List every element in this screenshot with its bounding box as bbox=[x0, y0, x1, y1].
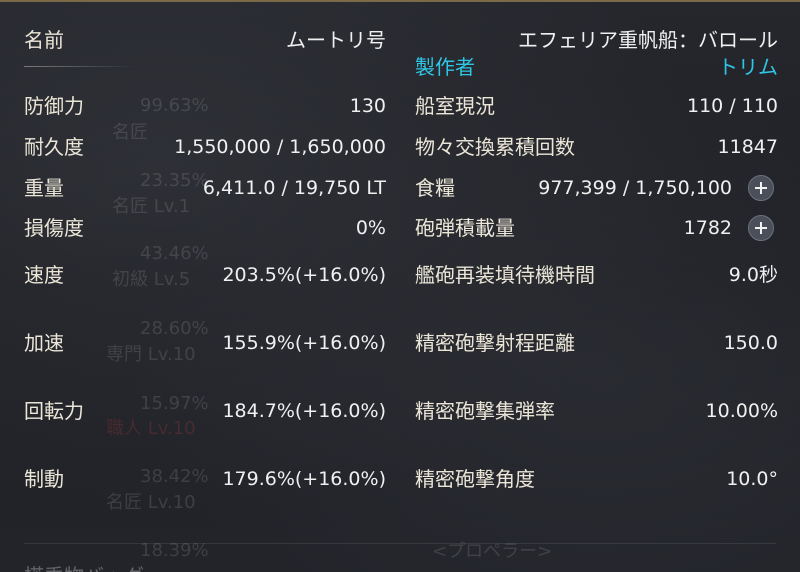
ghost-percent: 28.60% bbox=[140, 318, 209, 339]
damage-label: 損傷度 bbox=[24, 216, 84, 240]
ghost-bag-label: 搭乗物バッグ bbox=[24, 560, 144, 572]
precision-accuracy-value: 10.00% bbox=[705, 400, 778, 422]
weight-value: 6,411.0 / 19,750 LT bbox=[202, 177, 386, 199]
precision-angle-label: 精密砲撃角度 bbox=[415, 467, 535, 491]
braking-value: 179.6%(+16.0%) bbox=[222, 468, 386, 490]
name-label: 名前 bbox=[24, 28, 64, 52]
shells-label: 砲弾積載量 bbox=[415, 216, 515, 240]
ghost-percent: 38.42% bbox=[140, 466, 209, 487]
name-divider bbox=[24, 66, 136, 67]
cabin-value: 110 / 110 bbox=[686, 95, 778, 117]
braking-label: 制動 bbox=[24, 467, 64, 491]
ghost-level: 名匠 Lv.10 bbox=[106, 492, 196, 513]
weight-label: 重量 bbox=[24, 176, 64, 200]
acceleration-value: 155.9%(+16.0%) bbox=[222, 332, 386, 354]
ghost-percent: 43.46% bbox=[140, 243, 209, 264]
ghost-level: 名匠 bbox=[112, 122, 148, 143]
durability-value: 1,550,000 / 1,650,000 bbox=[174, 136, 386, 158]
panel-top-border bbox=[0, 0, 800, 2]
precision-angle-value: 10.0° bbox=[726, 468, 778, 490]
ghost-level: 名匠 Lv.1 bbox=[112, 196, 191, 217]
durability-label: 耐久度 bbox=[24, 135, 84, 159]
precision-accuracy-label: 精密砲撃集弾率 bbox=[415, 399, 555, 423]
ship-name-value: ムートリ号 bbox=[286, 28, 386, 52]
add-food-plus-icon[interactable] bbox=[748, 175, 774, 201]
reload-time-value: 9.0秒 bbox=[728, 264, 778, 286]
defense-label: 防御力 bbox=[24, 94, 84, 118]
food-value: 977,399 / 1,750,100 bbox=[538, 177, 732, 199]
acceleration-label: 加速 bbox=[24, 331, 64, 355]
damage-value: 0% bbox=[355, 217, 386, 239]
barter-count-label: 物々交換累積回数 bbox=[415, 135, 575, 159]
bottom-divider bbox=[24, 543, 776, 544]
food-label: 食糧 bbox=[415, 176, 455, 200]
cabin-label: 船室現況 bbox=[415, 94, 495, 118]
turning-value: 184.7%(+16.0%) bbox=[222, 400, 386, 422]
maker-value: トリム bbox=[718, 55, 778, 79]
ghost-propeller-label: <プロペラー> bbox=[432, 541, 553, 562]
turning-label: 回転力 bbox=[24, 399, 84, 423]
ship-type-value: エフェリア重帆船：バロール bbox=[518, 28, 778, 52]
ghost-level: 専門 Lv.10 bbox=[106, 344, 196, 365]
speed-label: 速度 bbox=[24, 263, 64, 287]
barter-count-value: 11847 bbox=[717, 136, 778, 158]
maker-label: 製作者 bbox=[415, 55, 475, 79]
ghost-percent: 99.63% bbox=[140, 95, 209, 116]
speed-value: 203.5%(+16.0%) bbox=[222, 264, 386, 286]
precision-range-value: 150.0 bbox=[723, 332, 778, 354]
defense-value: 130 bbox=[349, 95, 386, 117]
add-shells-plus-icon[interactable] bbox=[748, 215, 774, 241]
ghost-percent: 15.97% bbox=[140, 393, 209, 414]
shells-value: 1782 bbox=[683, 217, 732, 239]
ghost-percent: 23.35% bbox=[140, 170, 209, 191]
precision-range-label: 精密砲撃射程距離 bbox=[415, 331, 575, 355]
ghost-level: 初級 Lv.5 bbox=[112, 269, 191, 290]
ship-info-panel: 99.63% 名匠 23.35% 名匠 Lv.1 43.46% 初級 Lv.5 … bbox=[0, 0, 800, 572]
reload-time-label: 艦砲再装填待機時間 bbox=[415, 263, 595, 287]
ghost-level: 職人 Lv.10 bbox=[106, 418, 196, 439]
